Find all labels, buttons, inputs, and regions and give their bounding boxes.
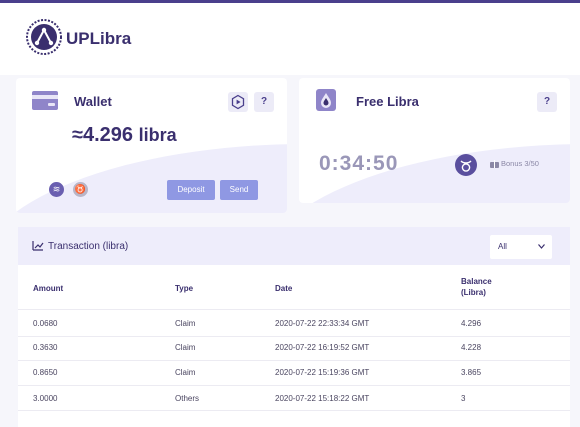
transactions-panel: Transaction (libra) All Amount Type Date… [18,227,570,427]
table-divider [18,410,570,411]
cell-balance: 4.296 [461,319,482,328]
approx-sign: ≈ [72,124,83,146]
filter-selected-value: All [498,242,507,251]
cell-date: 2020-07-22 15:18:22 GMT [275,394,370,403]
wallet-title: Wallet [74,94,112,109]
cell-balance: 4.228 [461,343,482,352]
brand-name: UPLibra [66,29,132,48]
gift-icon [490,160,499,168]
cell-balance: 3.865 [461,368,482,377]
balance-value: 4.296 [82,124,134,146]
column-header-balance-line1: Balance [461,277,492,286]
column-header-balance: Balance (Libra) [461,276,492,298]
cell-type: Claim [175,319,196,328]
cell-amount: 3.0000 [33,394,58,403]
cell-type: Claim [175,343,196,352]
chevron-down-icon [538,244,545,249]
cell-type: Others [175,394,200,403]
table-divider [18,309,570,310]
wallet-card-wave [16,144,287,213]
table-divider [18,336,570,337]
cell-amount: 0.3630 [33,343,58,352]
cell-date: 2020-07-22 15:19:36 GMT [275,368,370,377]
send-button[interactable]: Send [220,180,258,200]
cell-type: Claim [175,368,196,377]
deposit-button[interactable]: Deposit [167,180,215,200]
free-libra-title: Free Libra [356,94,419,109]
transactions-title: Transaction (libra) [48,241,129,252]
column-header-balance-line2: (Libra) [461,288,486,297]
table-divider [18,385,570,386]
cell-date: 2020-07-22 22:33:34 GMT [275,319,370,328]
column-header-type: Type [175,284,194,293]
cell-amount: 0.8650 [33,368,58,377]
faucet-drop-icon [316,89,336,111]
app-header: UPLibra [0,3,580,75]
free-help-button[interactable]: ? [537,92,557,112]
cell-balance: 3 [461,394,466,403]
alt-coin-icon[interactable]: ♉ [73,182,88,197]
chart-icon [32,241,44,251]
claim-countdown-timer: 0:34:50 [319,152,399,175]
faucet-play-button[interactable] [228,92,248,112]
wallet-card: Wallet ? ≈4.296 libra ≋ ♉ Deposit Send [16,78,287,213]
wallet-help-button[interactable]: ? [254,92,274,112]
transaction-filter-select[interactable]: All [490,235,552,259]
cell-date: 2020-07-22 16:19:52 GMT [275,343,370,352]
free-libra-card: Free Libra ? 0:34:50 Bonus 3/50 [299,78,570,203]
column-header-amount: Amount [33,284,64,293]
table-divider [18,360,570,361]
cell-amount: 0.0680 [33,319,58,328]
column-header-date: Date [275,284,293,293]
uplibra-logo-icon[interactable] [26,19,62,55]
transactions-header: Transaction (libra) All [18,227,570,265]
libra-coin-icon[interactable]: ≋ [49,182,64,197]
play-hex-icon [231,94,245,110]
claim-bull-icon[interactable] [455,154,477,176]
bonus-counter: Bonus 3/50 [501,159,539,168]
wallet-balance: ≈4.296 libra [72,124,177,147]
wallet-card-icon [32,91,58,110]
balance-unit: libra [138,125,177,145]
